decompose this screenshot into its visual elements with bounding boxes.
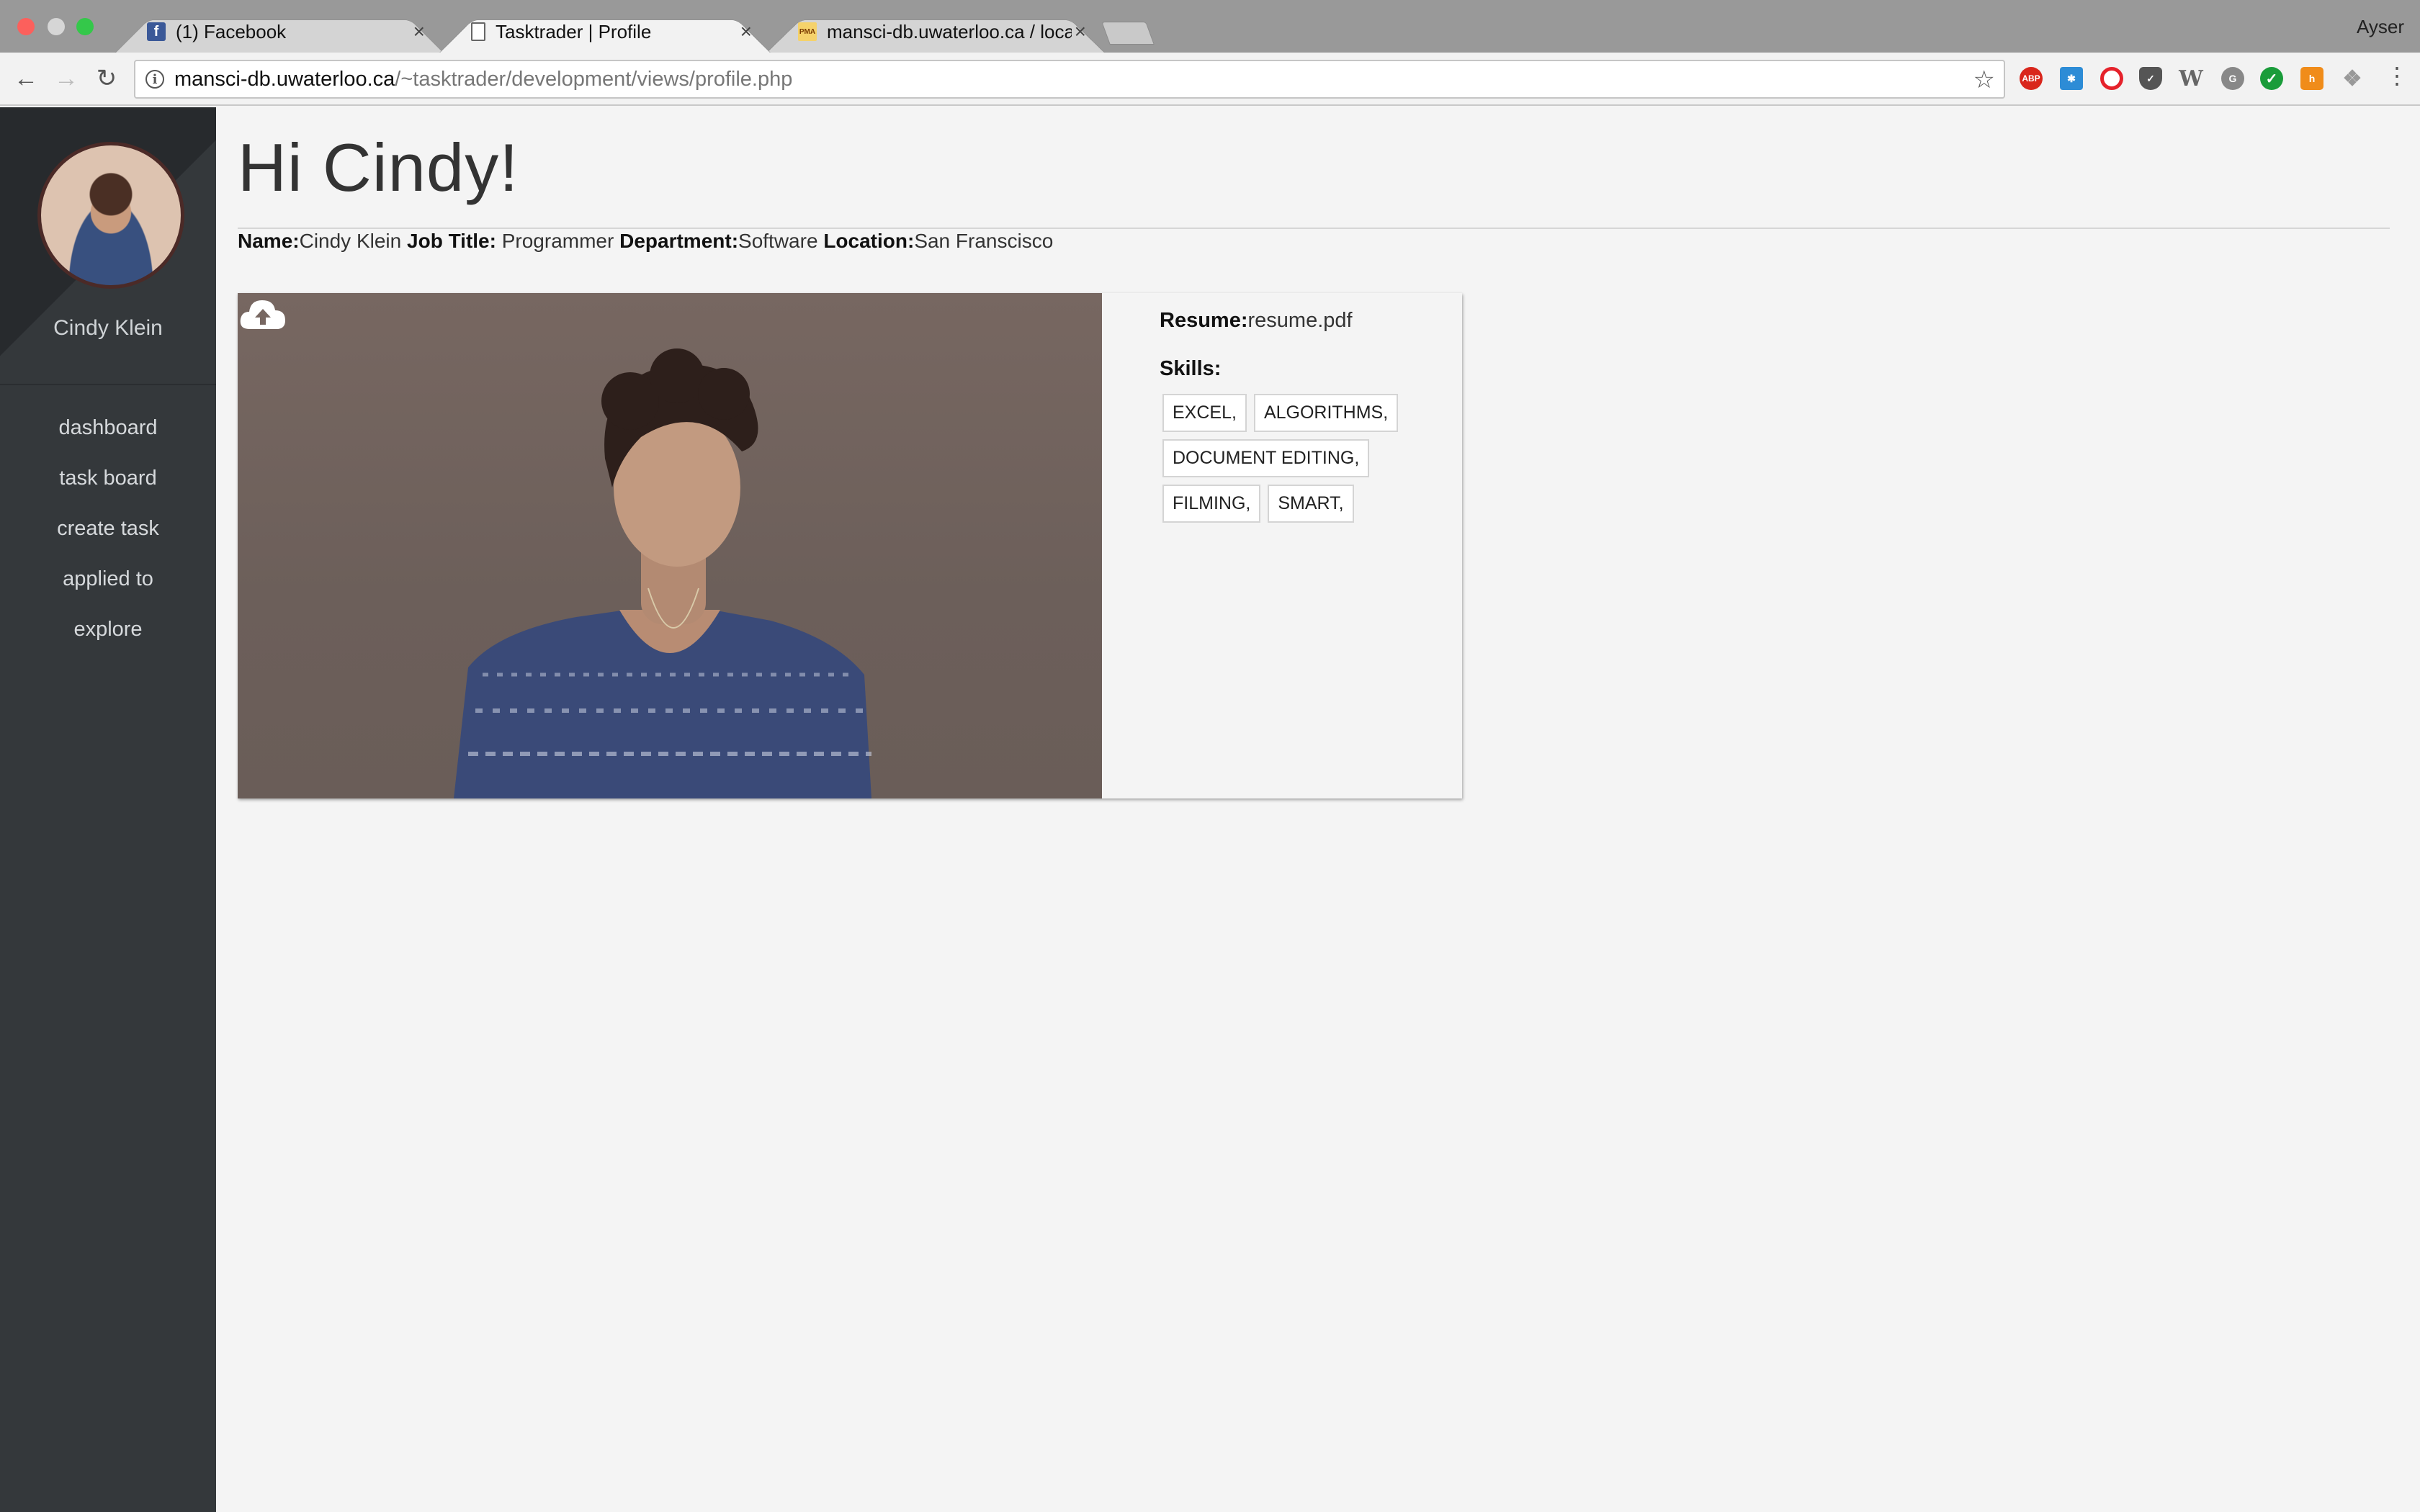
resume-label: Resume: [1160,309,1248,332]
skill-tag[interactable]: ALGORITHMS, [1253,394,1399,432]
document-icon [471,22,485,41]
sidebar-header: Cindy Klein [0,107,216,388]
avatar[interactable] [37,142,184,289]
department-value: Software [738,230,818,252]
resume-link[interactable]: resume.pdf [1248,309,1353,332]
location-label: Location: [823,230,915,252]
bookmark-star-icon[interactable]: ☆ [1973,66,1995,94]
pocket-icon[interactable]: ✓ [2139,67,2162,90]
name-value: Cindy Klein [299,230,402,252]
resume-row: Resume:resume.pdf [1160,309,1462,333]
opera-extension-icon[interactable] [2100,67,2123,90]
phpmyadmin-icon: PMA [798,22,817,41]
url-path: /~tasktrader/development/views/profile.p… [395,67,793,91]
browser-profile-name[interactable]: Ayser [2357,16,2404,38]
cloud-upload-icon[interactable] [238,293,288,336]
skill-tag[interactable]: DOCUMENT EDITING, [1162,439,1370,477]
grid-extension-icon[interactable]: ✱ [2060,67,2083,90]
w-extension-icon[interactable]: W [2179,66,2203,91]
skill-tag[interactable]: EXCEL, [1162,394,1247,432]
address-bar[interactable]: i mansci-db.uwaterloo.ca/~tasktrader/dev… [134,60,2005,99]
google-plus-extension-icon[interactable]: G [2221,67,2244,90]
name-label: Name: [238,230,300,252]
window-minimize-button[interactable] [48,18,65,35]
profile-info-line: Name:Cindy Klein Job Title: Programmer D… [238,230,1053,253]
tab-title: mansci-db.uwaterloo.ca / local [827,20,1072,42]
window-close-button[interactable] [17,18,35,35]
job-title-label: Job Title: [407,230,496,252]
browser-toolbar: ← → ↻ i mansci-db.uwaterloo.ca/~tasktrad… [0,53,2420,106]
info-icon[interactable]: i [145,70,164,89]
url-host: mansci-db.uwaterloo.ca [174,67,395,91]
sidebar: Cindy Klein dashboard task board create … [0,107,216,1512]
tab-facebook[interactable]: f (1) Facebook × [115,11,444,53]
profile-card-details: Resume:resume.pdf Skills: EXCEL, ALGORIT… [1102,293,1462,798]
skill-tag[interactable]: FILMING, [1162,485,1261,523]
sidebar-divider [0,384,216,385]
tab-close-icon[interactable]: × [740,20,752,43]
tab-tasktrader-profile[interactable]: Tasktrader | Profile × [439,11,771,53]
profile-photo [238,293,1102,798]
check-extension-icon[interactable]: ✓ [2260,67,2283,90]
sidebar-user-name: Cindy Klein [53,316,163,340]
page-title: Hi Cindy! [238,130,519,205]
job-title-value: Programmer [496,230,614,252]
tab-title: Tasktrader | Profile [496,20,652,42]
dropbox-icon[interactable]: ❖ [2341,67,2364,91]
browser-menu-icon[interactable]: ⋮ [2385,64,2408,87]
department-label: Department: [619,230,739,252]
hubspot-icon[interactable]: h [2300,67,2323,90]
skill-tag[interactable]: SMART, [1268,485,1354,523]
sidebar-item-create-task[interactable]: create task [0,503,216,554]
new-tab-button[interactable] [1101,22,1155,45]
sidebar-item-dashboard[interactable]: dashboard [0,402,216,453]
sidebar-item-applied-to[interactable]: applied to [0,554,216,604]
tab-close-icon[interactable]: × [1075,20,1086,43]
tab-title: (1) Facebook [176,20,287,42]
adblock-plus-icon[interactable]: ABP [2020,67,2043,90]
window-maximize-button[interactable] [76,18,94,35]
forward-arrow-icon[interactable]: → [50,63,82,94]
facebook-icon: f [147,22,166,41]
sidebar-item-task-board[interactable]: task board [0,453,216,503]
sidebar-item-explore[interactable]: explore [0,604,216,654]
sidebar-nav: dashboard task board create task applied… [0,402,216,654]
back-arrow-icon[interactable]: ← [10,63,42,94]
browser-tab-strip: f (1) Facebook × Tasktrader | Profile × … [0,0,2420,53]
title-divider [238,228,2390,229]
location-value: San Franscisco [914,230,1054,252]
profile-photo-illustration [454,348,871,798]
tab-close-icon[interactable]: × [413,20,425,43]
skills-label: Skills: [1160,357,1222,380]
skills-list: EXCEL, ALGORITHMS, DOCUMENT EDITING, FIL… [1162,394,1422,523]
tab-phpmyadmin[interactable]: PMA mansci-db.uwaterloo.ca / local × [766,11,1105,53]
profile-card: Resume:resume.pdf Skills: EXCEL, ALGORIT… [238,293,1462,798]
reload-icon[interactable]: ↻ [91,63,122,94]
